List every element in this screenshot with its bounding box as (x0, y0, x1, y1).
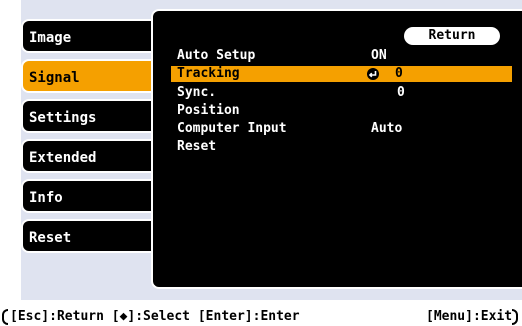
row-label: Position (177, 103, 240, 118)
sidebar-item-extended[interactable]: Extended (21, 139, 157, 173)
status-right-text: [Menu]:Exit (426, 309, 513, 324)
row-label: Auto Setup (177, 48, 256, 63)
sidebar-item-info[interactable]: Info (21, 179, 157, 213)
row-value: Auto (371, 121, 403, 136)
row-label: Sync. (177, 85, 217, 100)
sidebar-item-reset[interactable]: Reset (21, 219, 157, 253)
sidebar-item-signal[interactable]: Signal (21, 59, 159, 93)
row-label: Reset (177, 139, 217, 154)
status-right-bracket (512, 309, 518, 325)
menu-row-sync[interactable]: Sync. 0 (173, 85, 513, 101)
sidebar-item-label: Extended (29, 150, 97, 166)
sidebar-item-settings[interactable]: Settings (21, 99, 157, 133)
menu-row-reset[interactable]: Reset (173, 139, 513, 155)
menu-row-auto-setup[interactable]: Auto Setup ON (173, 48, 513, 64)
sidebar-item-label: Image (29, 30, 72, 46)
return-button[interactable]: Return (404, 27, 500, 45)
sidebar-item-image[interactable]: Image (21, 19, 157, 53)
sidebar-item-label: Settings (29, 110, 97, 126)
status-left-text: [Esc]:Return [◆]:Select [Enter]:Enter (10, 309, 300, 324)
menu-row-position[interactable]: Position (173, 103, 513, 119)
sidebar-item-label: Info (29, 190, 63, 206)
menu-row-computer-input[interactable]: Computer Input Auto (173, 121, 513, 137)
left-margin (0, 0, 21, 300)
sidebar-item-label: Reset (29, 230, 72, 246)
enter-arrow-icon (367, 68, 379, 80)
sidebar-item-label: Signal (29, 70, 80, 86)
row-value: ON (371, 48, 387, 63)
menu-row-tracking[interactable]: Tracking 0 (171, 66, 512, 82)
row-value: 0 (397, 85, 405, 100)
row-label: Computer Input (177, 121, 287, 136)
row-value: 0 (395, 66, 403, 81)
row-label: Tracking (177, 66, 240, 81)
status-bar: [Esc]:Return [◆]:Select [Enter]:Enter [M… (0, 306, 522, 326)
status-left-bracket (2, 309, 8, 325)
